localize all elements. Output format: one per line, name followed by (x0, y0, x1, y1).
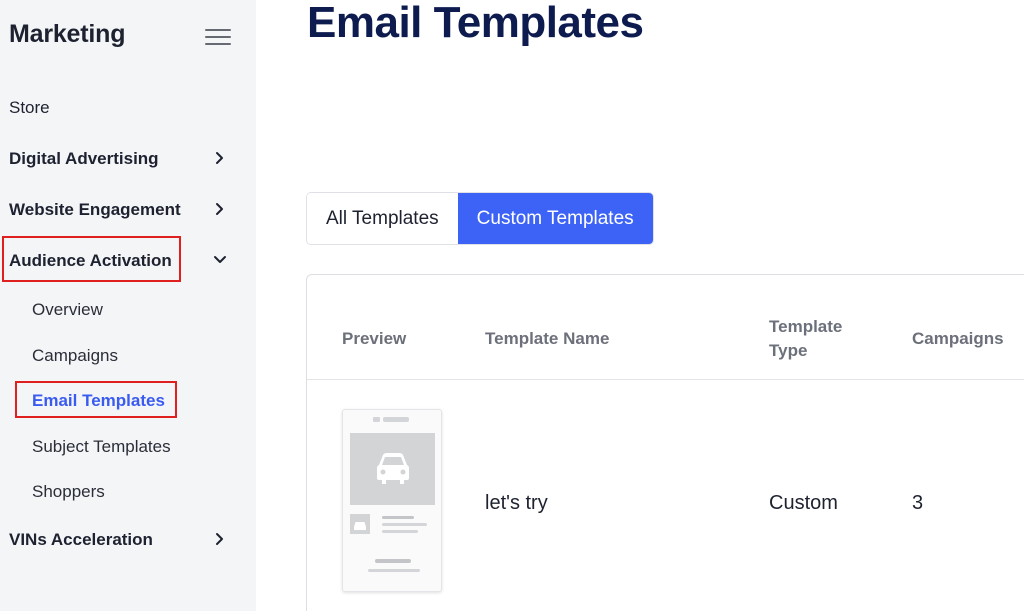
divider (307, 379, 1024, 380)
column-header-template-name[interactable]: Template Name (485, 327, 609, 351)
tab-all-templates[interactable]: All Templates (307, 193, 458, 244)
sidebar-item-store[interactable]: Store (9, 98, 229, 118)
sidebar-header: Marketing (9, 20, 231, 54)
sidebar-subitem-shoppers[interactable]: Shoppers (32, 482, 105, 502)
templates-table: Preview Template Name Template Type Camp… (306, 274, 1024, 611)
column-header-template-type[interactable]: Template Type (769, 315, 859, 363)
template-name-cell[interactable]: let's try (485, 492, 548, 515)
sidebar-subitem-campaigns[interactable]: Campaigns (32, 346, 118, 366)
template-filter-tabs: All Templates Custom Templates (306, 192, 654, 245)
sidebar-item-audience-activation[interactable]: Audience Activation (9, 251, 229, 271)
chevron-right-icon (211, 530, 229, 548)
column-header-preview[interactable]: Preview (342, 327, 406, 351)
sidebar-item-vins-acceleration[interactable]: VINs Acceleration (9, 530, 229, 550)
sidebar-item-digital-advertising[interactable]: Digital Advertising (9, 149, 229, 169)
sidebar-title: Marketing (9, 20, 126, 48)
chevron-right-icon (211, 200, 229, 218)
template-preview-thumbnail[interactable] (342, 409, 442, 592)
sidebar-subitem-overview[interactable]: Overview (32, 300, 103, 320)
chevron-down-icon (211, 251, 229, 269)
sidebar-item-label: VINs Acceleration (9, 530, 153, 549)
chevron-right-icon (211, 149, 229, 167)
menu-icon[interactable] (205, 29, 231, 47)
sidebar-item-website-engagement[interactable]: Website Engagement (9, 200, 229, 220)
sidebar-subitem-subject-templates[interactable]: Subject Templates (32, 437, 171, 457)
sidebar-item-label: Digital Advertising (9, 149, 159, 168)
campaigns-count-cell: 3 (912, 492, 924, 514)
sidebar-item-label: Store (9, 98, 50, 117)
sidebar-item-label: Website Engagement (9, 200, 181, 219)
email-preview-image (350, 417, 435, 572)
tab-custom-templates[interactable]: Custom Templates (457, 193, 653, 244)
sidebar: Marketing Store Digital Advertising Webs… (0, 0, 256, 611)
page-title: Email Templates (307, 0, 644, 47)
sidebar-subitem-email-templates[interactable]: Email Templates (32, 391, 165, 411)
template-type-cell: Custom (769, 492, 838, 514)
sidebar-item-label: Audience Activation (9, 251, 172, 270)
column-header-campaigns[interactable]: Campaigns (912, 327, 1004, 351)
